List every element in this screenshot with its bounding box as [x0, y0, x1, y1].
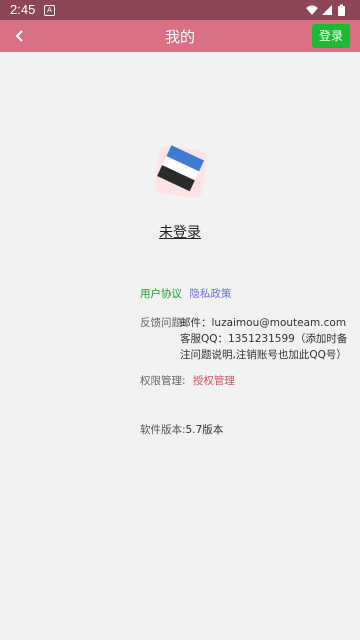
battery-icon — [338, 4, 345, 16]
feedback-qq: 客服QQ：1351231599（添加时备注问题说明,注销账号也加此QQ号） — [180, 333, 348, 361]
page-title: 我的 — [164, 28, 195, 46]
feedback-contact: 邮件：luzaimou@mouteam.com 客服QQ：1351231599（… — [180, 315, 350, 363]
login-status-link[interactable]: 未登录 — [0, 222, 360, 242]
system-status-icons — [306, 4, 345, 16]
privacy-policy-link[interactable]: 隐私政策 — [189, 288, 231, 300]
version-label: 软件版本: — [140, 424, 186, 436]
signal-icon — [322, 5, 332, 15]
version-info: 软件版本:5.7版本 — [140, 422, 223, 437]
feedback-label: 反馈问题: — [140, 317, 186, 329]
wifi-icon — [306, 5, 318, 15]
policy-links: 用户协议 隐私政策 — [140, 286, 231, 301]
feedback-email: 邮件：luzaimou@mouteam.com — [180, 317, 347, 329]
permission-section: 权限管理: 授权管理 — [140, 373, 235, 388]
notification-icon: A — [44, 5, 55, 16]
version-value: 5.7版本 — [185, 424, 224, 436]
app-bar: 我的 登录 — [0, 20, 360, 52]
user-agreement-link[interactable]: 用户协议 — [140, 288, 182, 300]
login-button[interactable]: 登录 — [312, 24, 350, 48]
authorization-management-link[interactable]: 授权管理 — [193, 375, 235, 387]
app-logo — [154, 145, 207, 198]
status-bar: 2:45 A — [0, 0, 360, 20]
status-time: 2:45 — [10, 2, 36, 17]
permission-label: 权限管理: — [140, 375, 186, 387]
